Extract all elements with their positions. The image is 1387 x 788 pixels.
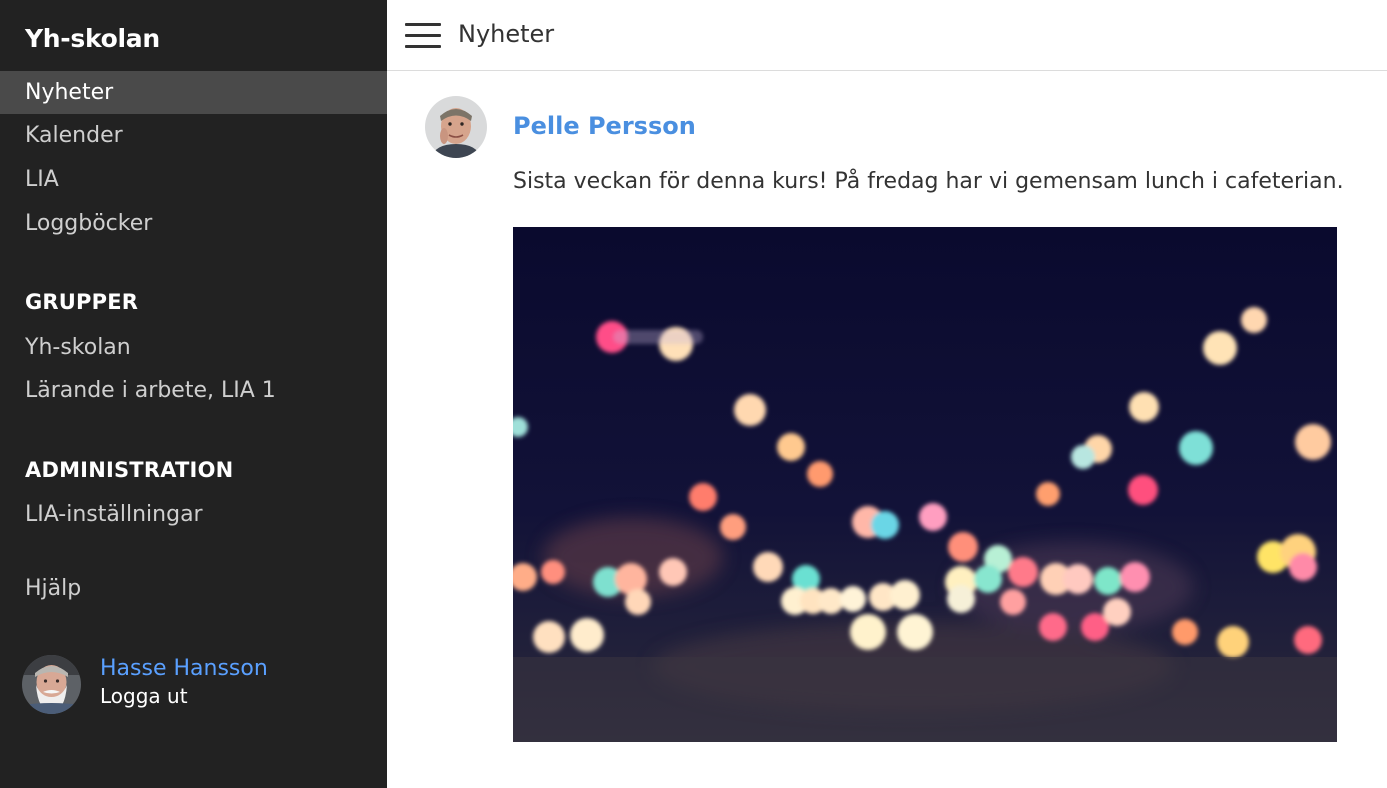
author-avatar[interactable] — [425, 96, 487, 158]
nav-item-loggbocker[interactable]: Loggböcker — [0, 202, 387, 245]
logout-link[interactable]: Logga ut — [100, 684, 188, 708]
user-name-link[interactable]: Hasse Hansson — [100, 656, 268, 681]
post-author-link[interactable]: Pelle Persson — [513, 112, 696, 140]
admin-item-lia-settings[interactable]: LIA-inställningar — [0, 493, 387, 536]
brand-title[interactable]: Yh-skolan — [25, 24, 160, 53]
post-text: Sista veckan för denna kurs! På fredag h… — [513, 169, 1344, 194]
sidebar: Yh-skolan Nyheter Kalender LIA Loggböcke… — [0, 0, 387, 788]
post-image — [513, 227, 1337, 742]
groups-heading: GRUPPER — [25, 290, 139, 314]
user-avatar[interactable] — [22, 655, 81, 714]
nav-item-lia[interactable]: LIA — [0, 158, 387, 201]
help-link[interactable]: Hjälp — [0, 567, 387, 610]
top-bar: Nyheter — [387, 0, 1387, 71]
group-item-yh-skolan[interactable]: Yh-skolan — [0, 326, 387, 369]
user-box: Hasse Hansson Logga ut — [22, 655, 362, 715]
nav-item-kalender[interactable]: Kalender — [0, 114, 387, 157]
hamburger-menu-icon[interactable] — [405, 23, 441, 49]
page-title: Nyheter — [458, 20, 555, 48]
nav-item-nyheter[interactable]: Nyheter — [0, 71, 387, 114]
group-item-lia-1[interactable]: Lärande i arbete, LIA 1 — [0, 369, 387, 412]
admin-heading: ADMINISTRATION — [25, 458, 234, 482]
